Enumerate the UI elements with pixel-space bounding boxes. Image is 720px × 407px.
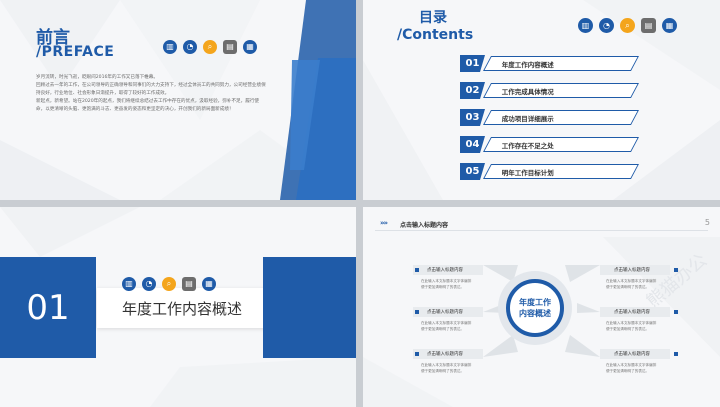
toc-label: 工作完成具体情况 xyxy=(502,87,554,96)
toc-item[interactable]: 03 成功项目详细展示 xyxy=(460,109,639,126)
contents-title-en: /Contents xyxy=(397,27,474,43)
search-icon: ⌕ xyxy=(620,18,635,33)
topic-label: 点击输入标题内容 xyxy=(600,307,670,317)
topic-description: 在此输入本文标题本文字体编排 便于更加清晰明了的表达。 xyxy=(606,321,657,331)
toc-number: 02 xyxy=(460,82,485,99)
contents-title-cn: 目录 xyxy=(419,10,447,26)
center-label-line1: 年度工作 xyxy=(519,298,551,307)
toc-number: 04 xyxy=(460,136,485,153)
topic-marker xyxy=(415,310,419,314)
topic-description: 在此输入本文标题本文字体编排 便于更加清晰明了的表达。 xyxy=(421,363,472,373)
center-circle: 年度工作 内容概述 xyxy=(506,279,564,337)
bar-chart-icon: ▥ xyxy=(122,277,136,291)
topic-label: 点击输入标题内容 xyxy=(413,265,483,275)
toc-label: 年度工作内容概述 xyxy=(502,60,554,69)
toc-label: 明年工作目标计划 xyxy=(502,168,554,177)
icon-toolbar: ▥ ◔ ⌕ ▤ ▦ xyxy=(122,277,216,291)
document-icon: ▤ xyxy=(641,18,656,33)
pie-chart-icon: ◔ xyxy=(142,277,156,291)
toc-number: 05 xyxy=(460,163,485,180)
bar-chart-icon: ▥ xyxy=(163,40,177,54)
preface-paragraph: 新起点，新希望。站在2020年的起点，我们将继续总结过去工作中存在的优点，汲取经… xyxy=(36,99,260,112)
section-title: 年度工作内容概述 xyxy=(97,288,267,328)
slide-overview-diagram[interactable]: »» 点击输入标题内容 5 熊猫办公 年度工作 内容概述 点击输入标题内容 在此… xyxy=(363,207,720,407)
topic-description: 在此输入本文标题本文字体编排 便于更加清晰明了的表达。 xyxy=(421,279,472,289)
icon-toolbar: ▥ ◔ ⌕ ▤ ▦ xyxy=(163,40,257,54)
preface-body: 岁月流转，时光飞逝，眨眼间2016年的工作又已落下帷幕。 回顾过去一年的工作，在… xyxy=(36,74,266,114)
topic-marker xyxy=(415,268,419,272)
slide-section-divider[interactable]: 01 年度工作内容概述 ▥ ◔ ⌕ ▤ ▦ xyxy=(0,207,356,407)
toc-item[interactable]: 02 工作完成具体情况 xyxy=(460,82,639,99)
topic-marker xyxy=(415,352,419,356)
document-icon: ▤ xyxy=(182,277,196,291)
icon-toolbar: ▥ ◔ ⌕ ▤ ▦ xyxy=(578,18,677,33)
preface-paragraph: 岁月流转，时光飞逝，眨眼间2016年的工作又已落下帷幕。 xyxy=(36,75,158,80)
calculator-icon: ▦ xyxy=(202,277,216,291)
calculator-icon: ▦ xyxy=(243,40,257,54)
topic-marker xyxy=(674,352,678,356)
blue-block-decoration xyxy=(263,257,356,358)
toc-item[interactable]: 05 明年工作目标计划 xyxy=(460,163,639,180)
topic-description: 在此输入本文标题本文字体编排 便于更加清晰明了的表达。 xyxy=(606,279,657,289)
topic-label: 点击输入标题内容 xyxy=(413,307,483,317)
preface-title-en: /PREFACE xyxy=(36,44,115,60)
preface-paragraph: 回顾过去一年的工作，在公司领导的正确领导和同事们的大力支持下，经过全体员工的共同… xyxy=(36,83,266,96)
toc-label: 工作存在不足之处 xyxy=(502,141,554,150)
pie-chart-icon: ◔ xyxy=(183,40,197,54)
slide-preface[interactable]: 前言 /PREFACE ▥ ◔ ⌕ ▤ ▦ 岁月流转，时光飞逝，眨眼间2016年… xyxy=(0,0,356,200)
topic-description: 在此输入本文标题本文字体编排 便于更加清晰明了的表达。 xyxy=(421,321,472,331)
topic-label: 点击输入标题内容 xyxy=(600,349,670,359)
toc-item[interactable]: 01 年度工作内容概述 xyxy=(460,55,639,72)
toc-number: 01 xyxy=(460,55,485,72)
topic-description: 在此输入本文标题本文字体编排 便于更加清晰明了的表达。 xyxy=(606,363,657,373)
search-icon: ⌕ xyxy=(162,277,176,291)
toc-number: 03 xyxy=(460,109,485,126)
pie-chart-icon: ◔ xyxy=(599,18,614,33)
topic-label: 点击输入标题内容 xyxy=(413,349,483,359)
center-label-line2: 内容概述 xyxy=(519,309,551,318)
toc-item[interactable]: 04 工作存在不足之处 xyxy=(460,136,639,153)
calculator-icon: ▦ xyxy=(662,18,677,33)
topic-label: 点击输入标题内容 xyxy=(600,265,670,275)
topic-marker xyxy=(674,310,678,314)
search-icon: ⌕ xyxy=(203,40,217,54)
bar-chart-icon: ▥ xyxy=(578,18,593,33)
toc-label: 成功项目详细展示 xyxy=(502,114,554,123)
section-number: 01 xyxy=(0,257,96,358)
document-icon: ▤ xyxy=(223,40,237,54)
topic-marker xyxy=(674,268,678,272)
